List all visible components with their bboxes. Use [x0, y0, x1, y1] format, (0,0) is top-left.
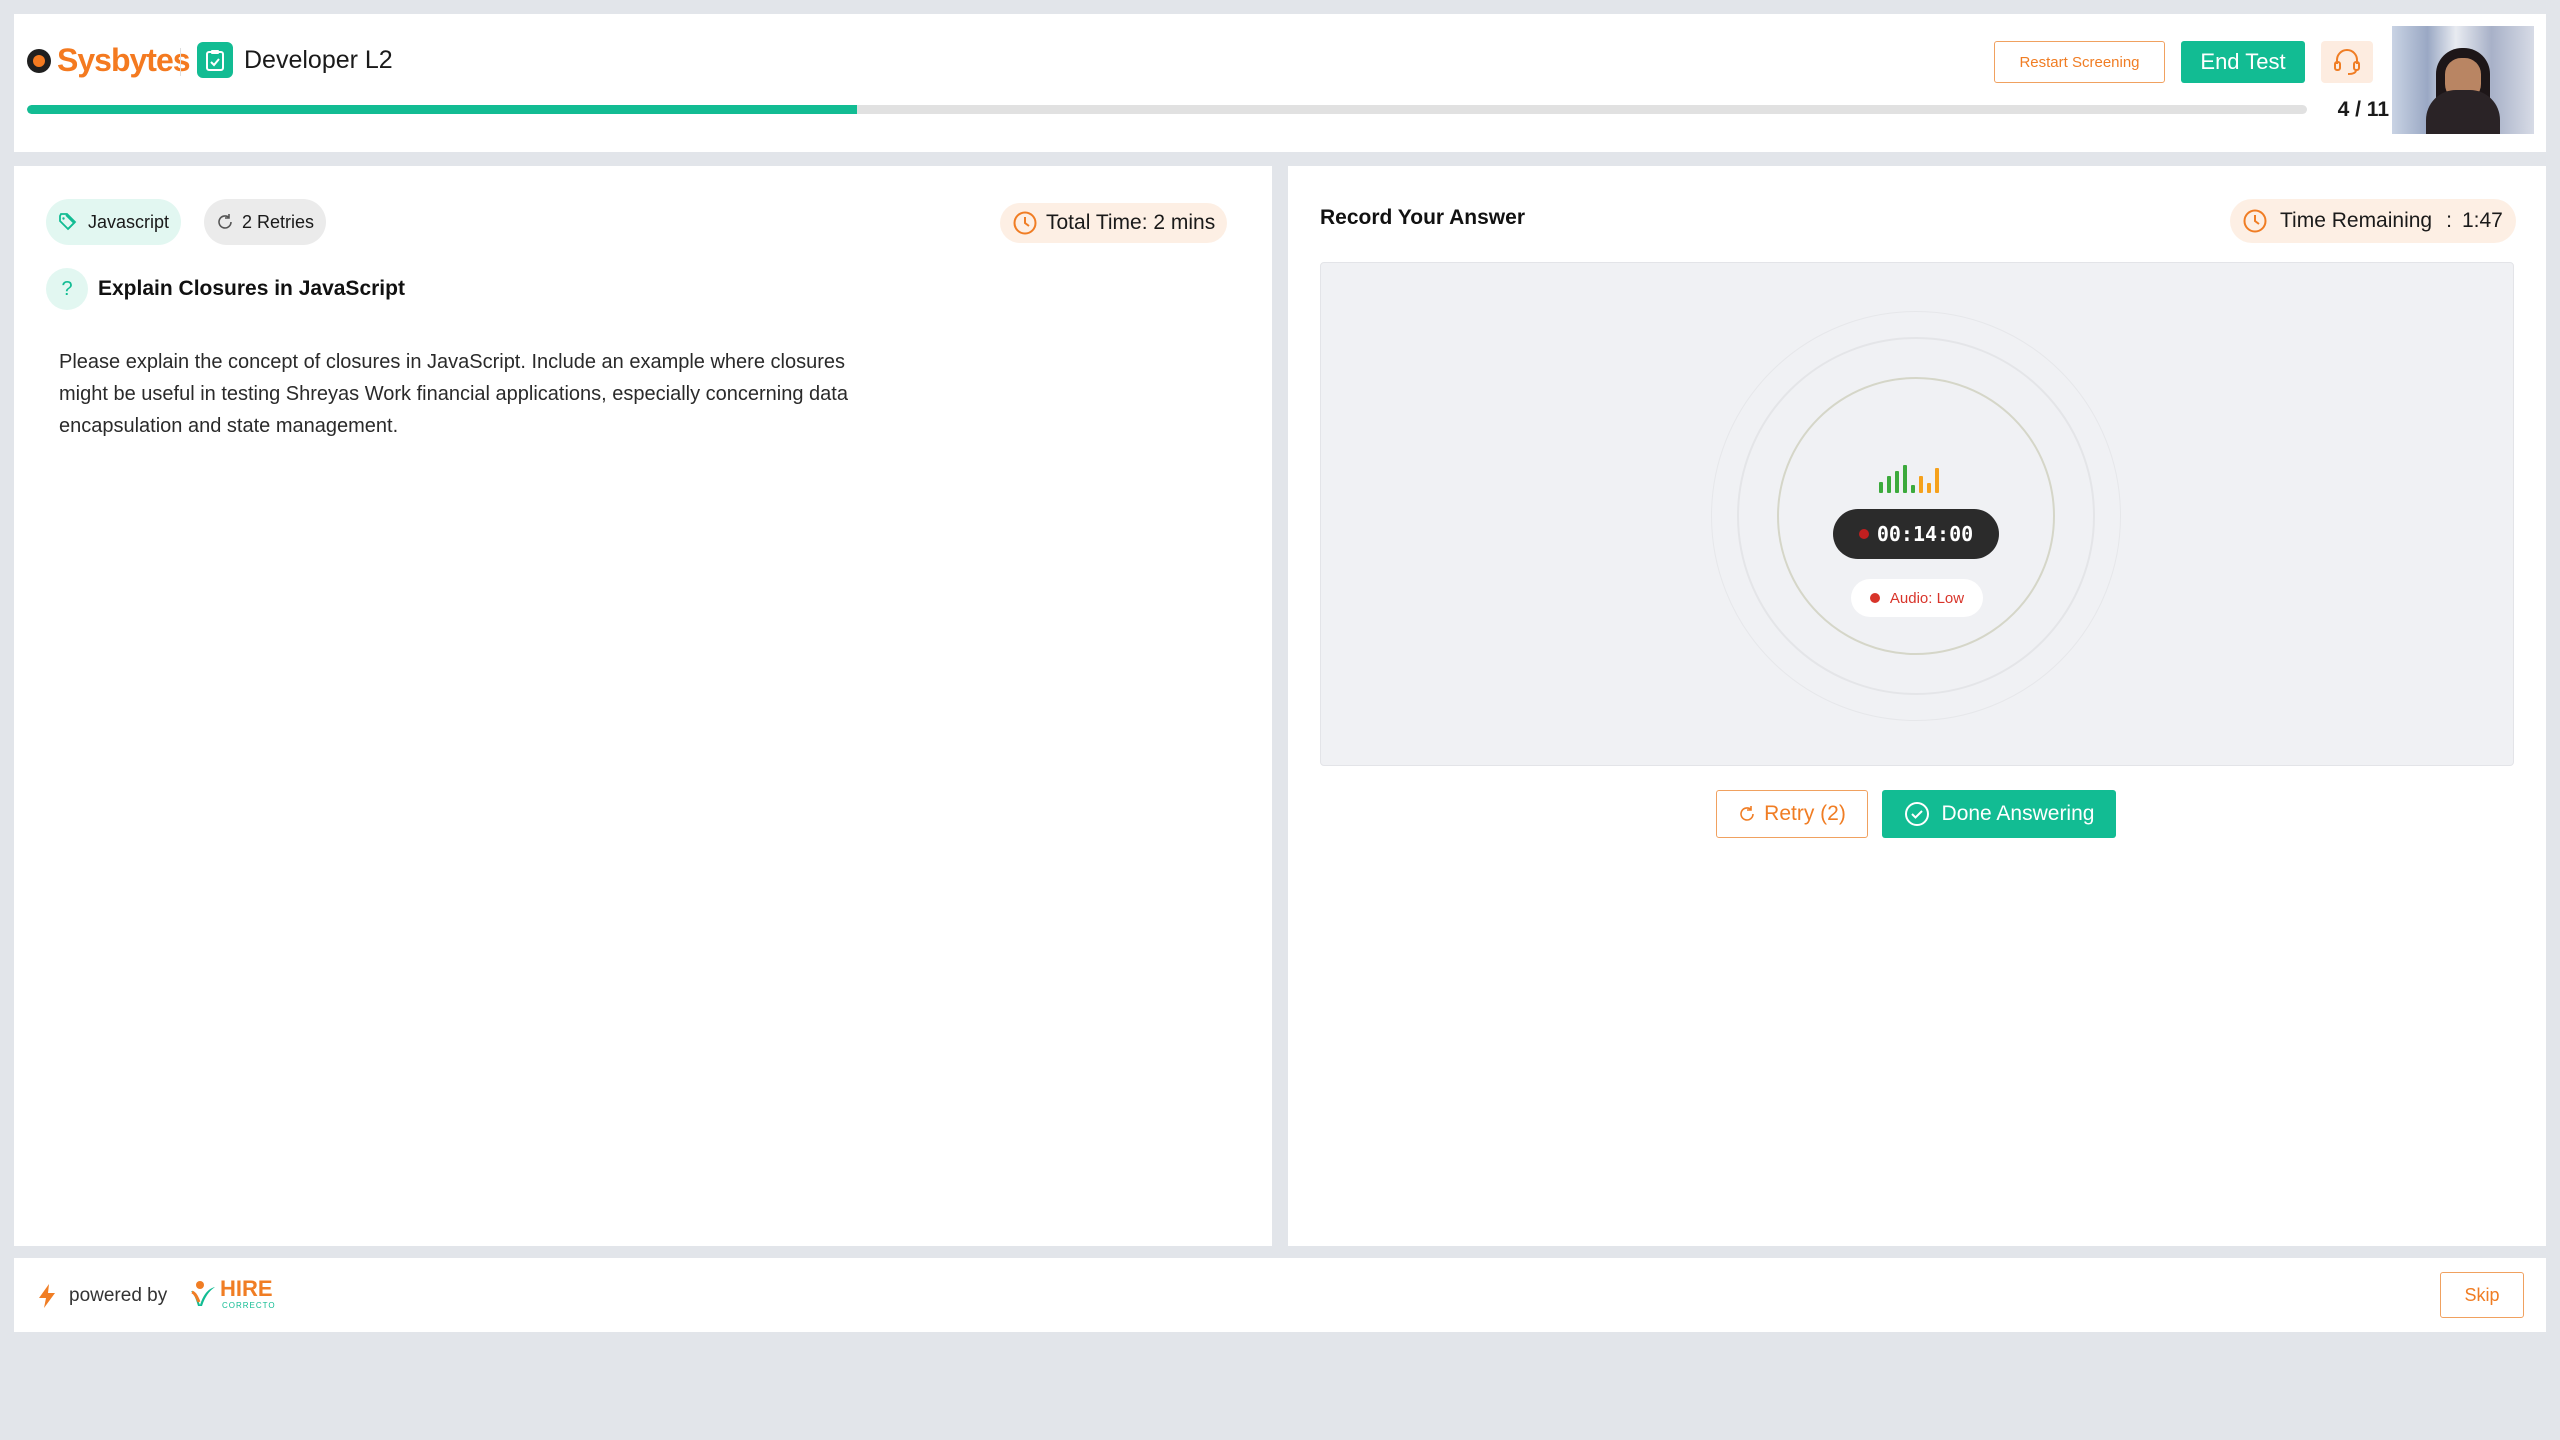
- tag-icon: [58, 213, 80, 231]
- skip-button[interactable]: Skip: [2440, 1272, 2524, 1318]
- hire-brand-subtext: CORRECTO: [222, 1301, 276, 1310]
- bolt-icon: [38, 1284, 56, 1308]
- logo-mark-icon: [27, 48, 51, 73]
- question-title: Explain Closures in JavaScript: [98, 277, 405, 300]
- question-icon: ?: [46, 268, 88, 310]
- audio-status-dot-icon: [1869, 593, 1880, 603]
- recording-dot-icon: [1858, 529, 1869, 539]
- clock-icon: [2242, 208, 2268, 234]
- recording-area: 00:14:00 Audio: Low: [1320, 262, 2514, 766]
- audio-level-bar: [1911, 485, 1915, 493]
- header-divider: [180, 48, 181, 76]
- retry-label: Retry (2): [1764, 802, 1846, 825]
- check-circle-icon: [1904, 801, 1930, 827]
- recording-timer-value: 00:14:00: [1876, 522, 1974, 546]
- retry-button[interactable]: Retry (2): [1716, 790, 1868, 838]
- question-counter: 4 / 11: [2337, 98, 2389, 121]
- audio-level-bar: [1919, 476, 1923, 493]
- retries-label: 2 Retries: [242, 211, 315, 232]
- audio-level-bar: [1927, 483, 1931, 493]
- retries-badge: 2 Retries: [204, 199, 327, 245]
- powered-by-label: powered by: [69, 1285, 168, 1306]
- end-test-button[interactable]: End Test: [2181, 41, 2305, 83]
- audio-status-label: Audio: Low: [1889, 589, 1965, 607]
- headset-icon: [2332, 48, 2362, 76]
- progress-fill: [27, 105, 857, 114]
- recording-timer: 00:14:00: [1833, 509, 1999, 559]
- done-answering-button[interactable]: Done Answering: [1882, 790, 2116, 838]
- support-button[interactable]: [2321, 41, 2373, 83]
- clipboard-icon: [197, 42, 233, 78]
- total-time-badge: Total Time: 2 mins: [1000, 203, 1228, 243]
- question-panel: Javascript 2 Retries Total Time: 2 mins …: [14, 166, 1272, 1246]
- page-title: Developer L2: [244, 46, 393, 74]
- done-answering-label: Done Answering: [1941, 802, 2095, 825]
- topic-tag: Javascript: [46, 199, 182, 245]
- topic-tag-label: Javascript: [88, 211, 170, 232]
- record-answer-title: Record Your Answer: [1320, 206, 1525, 229]
- retry-icon: [1738, 805, 1756, 823]
- time-remaining-label: Time Remaining: [2280, 209, 2433, 232]
- time-remaining-badge: Time Remaining : 1:47: [2230, 199, 2516, 243]
- progress-bar: [27, 105, 2307, 114]
- audio-level-bar: [1887, 476, 1891, 493]
- audio-level-bar: [1879, 482, 1883, 493]
- hire-brand-text: HIRE: [220, 1276, 273, 1301]
- total-time-label: Total Time: 2 mins: [1046, 211, 1216, 234]
- header-bar: Sysbytes Developer L2 Restart Screening …: [14, 14, 2546, 152]
- brand-logo: Sysbytes: [27, 42, 191, 79]
- answer-panel: Record Your Answer Time Remaining : 1:47…: [1288, 166, 2546, 1246]
- audio-level-meter: [1879, 461, 1939, 493]
- retry-icon: [216, 213, 234, 231]
- audio-status-badge: Audio: Low: [1851, 579, 1983, 617]
- brand-name: Sysbytes: [57, 42, 191, 78]
- time-remaining-separator: :: [2446, 209, 2452, 232]
- clock-icon: [1012, 210, 1038, 236]
- audio-level-bar: [1895, 471, 1899, 493]
- audio-level-bar: [1935, 468, 1939, 493]
- restart-screening-button[interactable]: Restart Screening: [1994, 41, 2165, 83]
- time-remaining-value: 1:47: [2461, 209, 2503, 232]
- webcam-preview: [2392, 26, 2534, 134]
- hire-correcto-logo-icon: [188, 1280, 218, 1310]
- footer-bar: powered by HIRE CORRECTO Skip: [14, 1258, 2546, 1332]
- audio-level-bar: [1903, 465, 1907, 493]
- question-body: Please explain the concept of closures i…: [59, 351, 848, 437]
